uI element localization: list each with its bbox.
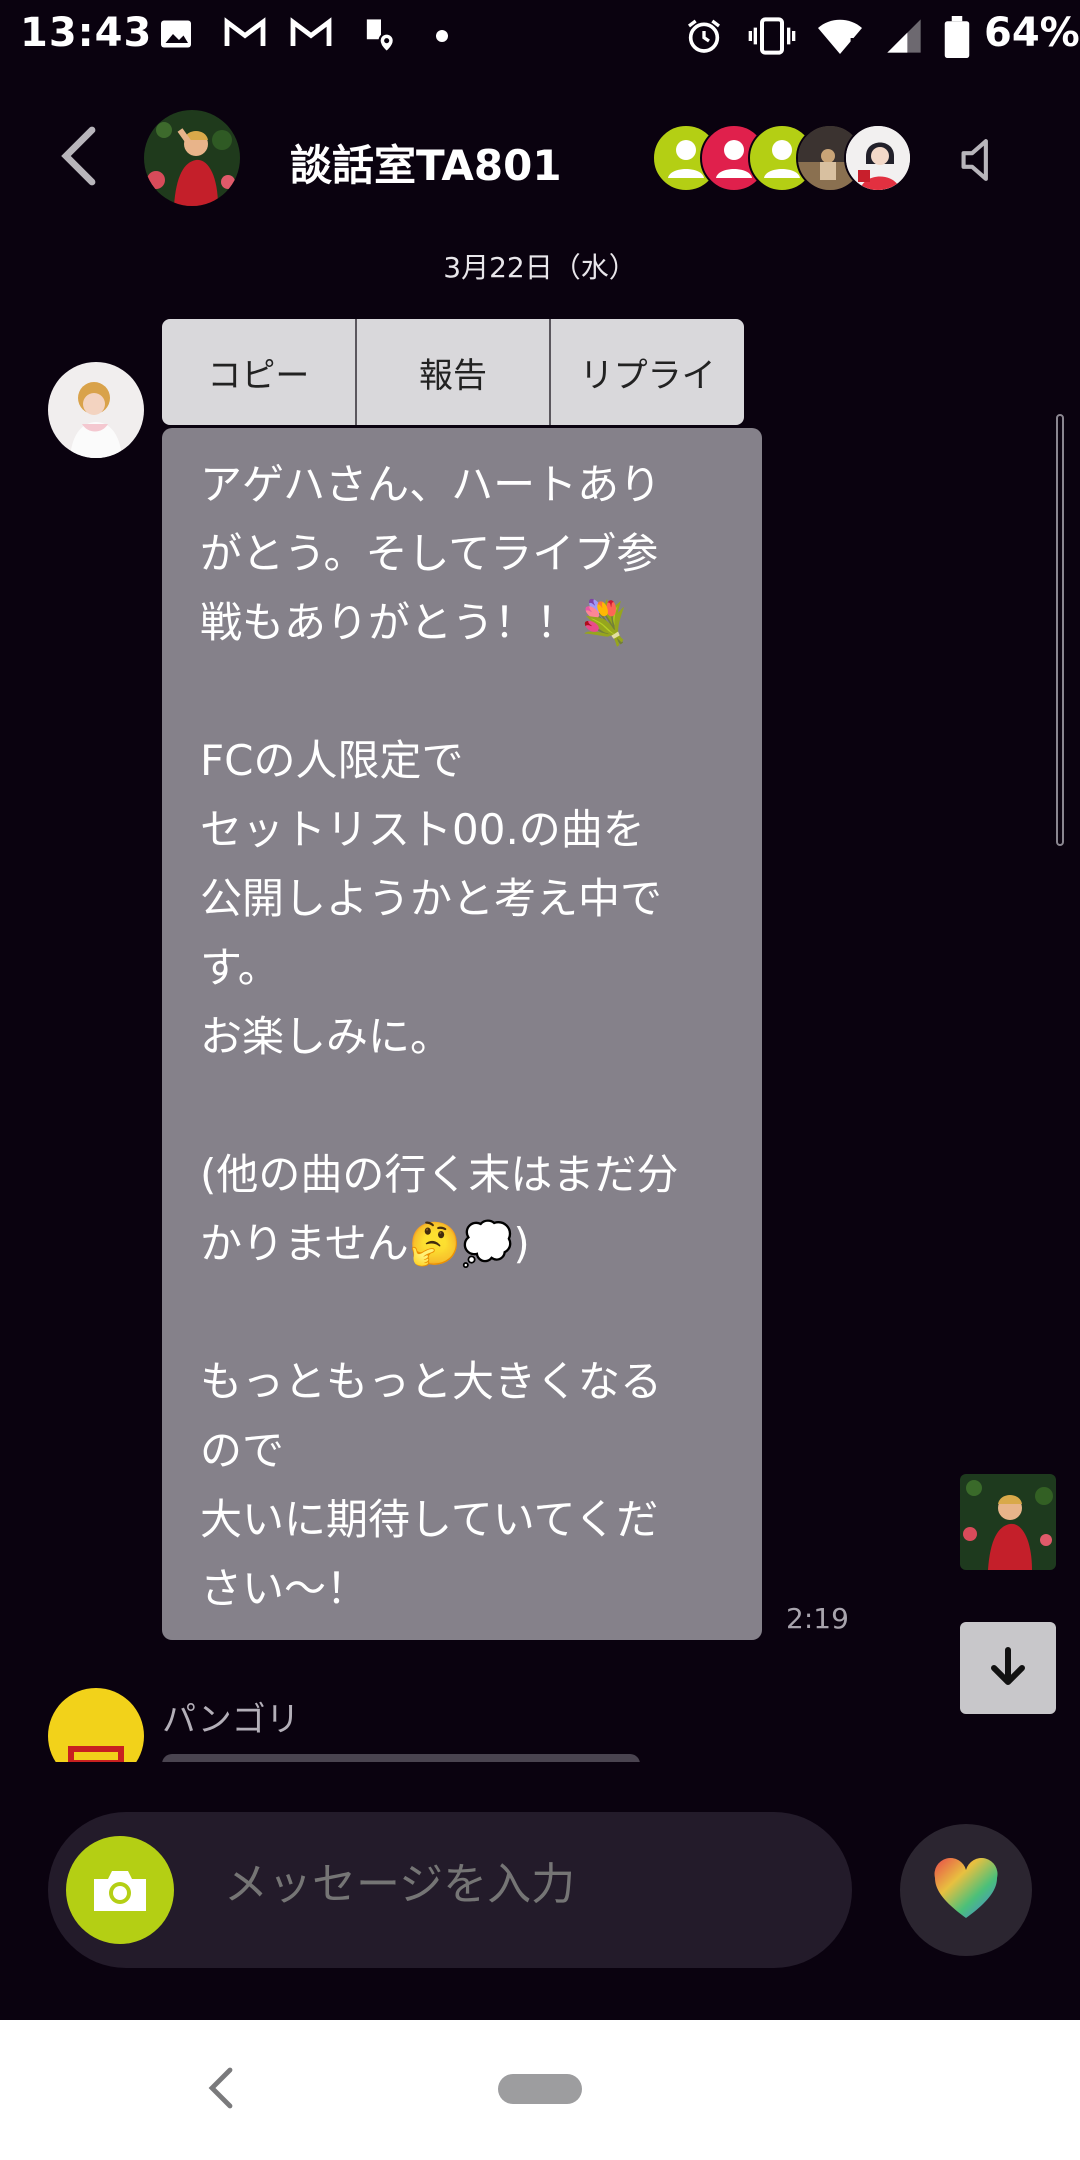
message-input[interactable] — [222, 1858, 826, 1911]
gmail-icon — [224, 17, 266, 46]
nav-back-button[interactable] — [204, 2064, 236, 2116]
member-photo — [846, 126, 910, 190]
nav-home-pill[interactable] — [498, 2074, 582, 2104]
arrow-down-icon — [991, 1647, 1025, 1685]
message-line — [200, 657, 728, 726]
sender-photo — [48, 362, 144, 458]
image-icon — [161, 20, 191, 48]
alarm-icon — [688, 19, 720, 53]
notification-dot — [436, 30, 448, 42]
message-line: がとう。そしてライブ参 — [200, 529, 659, 578]
message-line: かりません🤔💭) — [200, 1219, 530, 1268]
status-bar: 13:43 64% — [0, 0, 1080, 76]
report-menu-item[interactable]: 報告 — [357, 319, 552, 425]
message-context-menu: コピー 報告 リプライ — [162, 319, 744, 425]
back-button[interactable] — [56, 124, 100, 192]
message-line: FCの人限定で — [200, 736, 464, 785]
sender-name: パンゴリ — [162, 1700, 300, 1740]
message-bubble[interactable]: アゲハさん、ハートあり がとう。そしてライブ参 戦もありがとう！！💐 FCの人限… — [162, 428, 762, 1640]
list-edge — [0, 1762, 1080, 1798]
message-line: さい〜！ — [200, 1564, 369, 1613]
message-line: 公開しようかと考え中で — [200, 874, 663, 923]
message-line: ので — [200, 1426, 285, 1475]
wifi-icon — [818, 19, 862, 54]
message-line: 大いに期待していてくだ — [200, 1495, 659, 1544]
scrollbar[interactable] — [1056, 414, 1064, 846]
message-line — [200, 1071, 728, 1140]
message-line: アゲハさん、ハートあり — [200, 460, 662, 509]
message-line — [200, 1278, 728, 1347]
my-photo — [960, 1474, 1056, 1570]
battery-icon — [944, 16, 970, 58]
my-avatar[interactable] — [960, 1474, 1056, 1570]
room-avatar[interactable] — [144, 110, 240, 206]
room-title: 談話室TA801 — [290, 141, 562, 190]
message-line: (他の曲の行く末はまだ分 — [200, 1150, 679, 1199]
heart-icon — [934, 1858, 998, 1918]
reply-menu-item[interactable]: リプライ — [551, 319, 744, 425]
scroll-to-bottom-button[interactable] — [960, 1622, 1056, 1714]
message-line: す。 — [200, 943, 280, 992]
copy-menu-item[interactable]: コピー — [162, 319, 357, 425]
vibrate-icon — [748, 17, 796, 55]
signal-icon — [887, 19, 921, 53]
speaker-muted-icon — [961, 139, 988, 181]
gmail-icon — [290, 17, 332, 46]
chevron-left-icon — [208, 2067, 233, 2109]
message-time: 2:19 — [786, 1602, 849, 1635]
message-line: セットリスト00.の曲を — [200, 805, 645, 854]
camera-icon — [94, 1871, 146, 1911]
mute-button[interactable] — [958, 136, 1000, 188]
battery-percent: 64% — [984, 10, 1080, 56]
location-icon — [366, 19, 395, 54]
heart-button[interactable] — [900, 1824, 1032, 1956]
date-separator: 3月22日（水） — [443, 251, 637, 284]
message-line: もっともっと大きくなる — [200, 1357, 663, 1406]
member-avatar[interactable] — [844, 124, 912, 192]
status-time: 13:43 — [20, 10, 153, 56]
camera-button[interactable] — [66, 1836, 174, 1944]
sender-avatar[interactable] — [48, 362, 144, 458]
room-photo — [144, 110, 240, 206]
message-line: 戦もありがとう！！💐 — [200, 598, 631, 647]
chevron-left-icon — [61, 126, 96, 186]
message-line: お楽しみに。 — [200, 1012, 453, 1061]
